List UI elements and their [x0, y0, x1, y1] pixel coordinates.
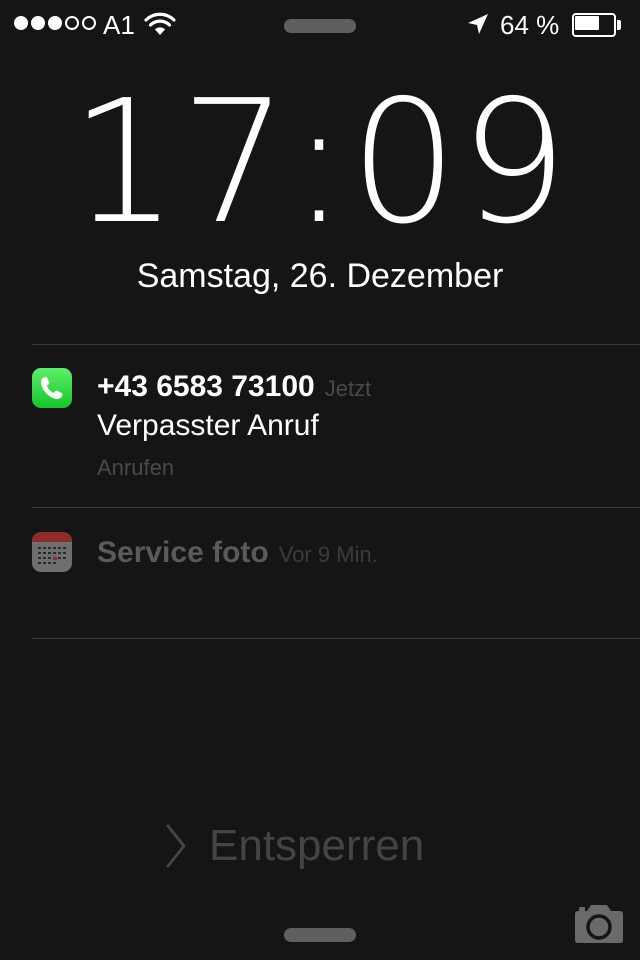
slide-to-unlock[interactable]: Entsperren [0, 816, 640, 876]
notification-center-grabber[interactable] [284, 19, 356, 33]
notification-body: Verpasster Anruf [97, 409, 319, 442]
notification-time: Vor 9 Min. [278, 542, 378, 567]
lock-screen-clock: 17:09 [70, 64, 570, 262]
notification-title: Service foto [97, 536, 269, 569]
calendar-app-icon [32, 532, 72, 572]
control-center-grabber[interactable] [284, 928, 356, 942]
signal-dot [48, 16, 62, 30]
divider [32, 638, 640, 639]
notification-header: Service foto Vor 9 Min. [97, 535, 378, 573]
notification-missed-call[interactable]: +43 6583 73100 Jetzt Verpasster Anruf Anr… [0, 345, 640, 507]
camera-icon[interactable] [571, 902, 627, 946]
battery-icon [572, 13, 622, 37]
signal-dot [65, 16, 79, 30]
calendar-grid-icon [38, 547, 66, 564]
carrier-name: A1 [103, 10, 135, 40]
signal-strength-icon [14, 16, 96, 30]
notification-title: +43 6583 73100 [97, 370, 315, 403]
phone-icon [40, 376, 63, 400]
signal-dot [31, 16, 45, 30]
status-bar: A1 64 % [0, 0, 640, 50]
lock-screen-date: Samstag, 26. Dezember [136, 257, 504, 295]
unlock-label: Entsperren [209, 821, 425, 870]
wifi-icon [144, 12, 176, 35]
phone-app-icon [32, 368, 72, 408]
signal-dot [82, 16, 96, 30]
battery-level-fill [575, 16, 599, 30]
location-arrow-icon [468, 14, 488, 34]
notification-calendar[interactable]: Service foto Vor 9 Min. [0, 508, 640, 638]
battery-percentage: 64 % [500, 10, 560, 40]
call-back-action[interactable]: Anrufen [97, 454, 174, 482]
chevron-right-icon [166, 824, 186, 868]
notification-time: Jetzt [324, 376, 372, 401]
notification-header: +43 6583 73100 Jetzt [97, 369, 371, 407]
signal-dot [14, 16, 28, 30]
